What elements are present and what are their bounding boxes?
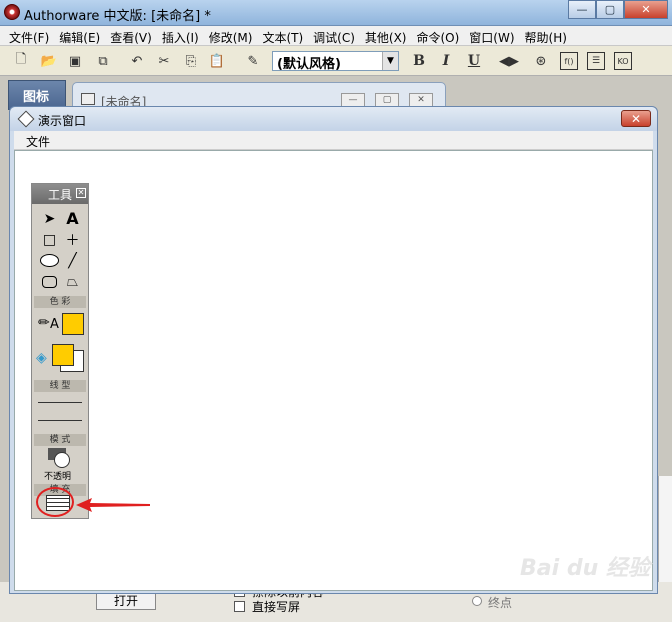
find-icon[interactable]: ✎ <box>244 52 262 70</box>
minimize-button[interactable]: — <box>568 0 596 19</box>
polygon-tool-icon[interactable]: ⏢ <box>61 271 84 292</box>
rectangle-tool-icon[interactable]: □ <box>38 229 61 250</box>
control-panel-icon[interactable]: ⊛ <box>532 52 550 70</box>
document-icon <box>81 93 95 105</box>
watermark: Bai du 经验 <box>520 556 650 581</box>
mode-label: 不透明 <box>44 472 72 482</box>
color-section-label: 色 彩 <box>34 296 86 308</box>
paste-icon[interactable]: 📋 <box>208 52 226 70</box>
annotation-circle <box>36 487 74 517</box>
fill-color-swatch[interactable] <box>52 344 74 366</box>
italic-button[interactable]: I <box>437 52 455 70</box>
toolbox-title: 工具 <box>48 188 73 202</box>
text-tool-icon[interactable]: A <box>61 208 84 229</box>
style-select-value: (默认风格) <box>277 57 341 72</box>
undo-icon[interactable]: ↶ <box>128 52 146 70</box>
variables-icon[interactable]: ☰ <box>587 52 605 70</box>
icons-panel-title: 图标 <box>23 90 50 105</box>
drawing-toolbox: 工具 ✕ ➤ A □ ＋ ╱ ⏢ 色 彩 ✏ A ◈ 线 型 模 式 不透明 填… <box>31 183 89 519</box>
mode-section-label: 模 式 <box>34 434 86 446</box>
import-icon[interactable]: ⧉ <box>94 52 112 70</box>
cut-icon[interactable]: ✂ <box>155 52 173 70</box>
menu-text[interactable]: 文本(T) <box>257 26 308 46</box>
function-icon[interactable]: f() <box>560 52 578 70</box>
new-file-icon[interactable]: 🗋 <box>12 52 30 70</box>
tool-grid: ➤ A □ ＋ ╱ ⏢ <box>38 208 84 292</box>
mode-circle-icon <box>54 452 70 468</box>
annotation-arrow-icon <box>76 498 150 512</box>
diagonal-line-tool-icon[interactable]: ╱ <box>61 250 84 271</box>
fill-color-row[interactable]: ◈ <box>36 342 86 376</box>
close-button[interactable]: ✕ <box>624 0 668 19</box>
ellipse-tool-icon[interactable] <box>38 250 61 271</box>
design-minimize-button[interactable]: — <box>341 93 365 107</box>
toolbox-close-icon[interactable]: ✕ <box>76 188 86 198</box>
menubar: 文件(F) 编辑(E) 查看(V) 插入(I) 修改(M) 文本(T) 调试(C… <box>0 26 672 46</box>
design-close-button[interactable]: ✕ <box>409 93 433 107</box>
menu-edit[interactable]: 编辑(E) <box>54 26 105 46</box>
menu-help[interactable]: 帮助(H) <box>520 26 572 46</box>
direct-write-checkbox[interactable] <box>234 601 245 612</box>
line-style-default[interactable] <box>38 420 82 421</box>
text-color-glyph: A <box>50 317 59 332</box>
app-title: Authorware 中文版: [未命名] * <box>24 9 211 24</box>
direct-write-checkbox-label: 直接写屏 <box>252 600 301 614</box>
copy-icon[interactable]: ⎘ <box>182 52 200 70</box>
rounded-rect-tool-icon[interactable] <box>38 271 61 292</box>
app-title-bar: Authorware 中文版: [未命名] * — ▢ ✕ <box>0 0 672 26</box>
knowledge-object-icon[interactable]: KO <box>614 52 632 70</box>
window-controls: — ▢ ✕ <box>568 0 668 20</box>
underline-button[interactable]: U <box>465 52 483 70</box>
bold-button[interactable]: B <box>410 52 428 70</box>
paint-bucket-icon: ◈ <box>36 350 47 366</box>
text-color-row[interactable]: ✏ A <box>36 311 86 341</box>
presentation-window: 演示窗口 ✕ 文件 <box>9 106 658 594</box>
foreground-color-swatch[interactable] <box>62 313 84 335</box>
menu-insert[interactable]: 插入(I) <box>157 26 204 46</box>
right-scroll-strip[interactable] <box>658 476 672 582</box>
chevron-down-icon[interactable]: ▼ <box>382 52 398 70</box>
line-section-label: 线 型 <box>34 380 86 392</box>
presentation-title: 演示窗口 <box>38 114 87 128</box>
presentation-window-icon <box>17 110 35 128</box>
save-all-icon[interactable]: ▣ <box>66 52 84 70</box>
style-select[interactable]: (默认风格) ▼ <box>272 51 399 72</box>
maximize-button[interactable]: ▢ <box>596 0 624 19</box>
design-maximize-button[interactable]: ▢ <box>375 93 399 107</box>
pencil-icon: ✏ <box>38 315 50 331</box>
end-radio[interactable] <box>472 596 482 606</box>
line-style-thin[interactable] <box>38 402 82 403</box>
restart-icon[interactable]: ◀▶ <box>499 52 519 70</box>
pointer-tool-icon[interactable]: ➤ <box>38 208 61 229</box>
line-tool-icon[interactable]: ＋ <box>61 229 84 250</box>
end-radio-label: 终点 <box>488 596 513 610</box>
presentation-title-bar[interactable]: 演示窗口 ✕ <box>10 107 657 131</box>
authorware-logo-icon <box>4 4 20 20</box>
menu-debug[interactable]: 调试(C) <box>308 26 360 46</box>
menu-file[interactable]: 文件(F) <box>4 26 54 46</box>
menu-modify[interactable]: 修改(M) <box>204 26 258 46</box>
presentation-menubar: 文件 <box>14 131 653 150</box>
toolbox-title-bar[interactable]: 工具 ✕ <box>32 184 88 204</box>
menu-other[interactable]: 其他(X) <box>360 26 412 46</box>
presentation-canvas[interactable] <box>14 150 653 591</box>
presentation-menu-file[interactable]: 文件 <box>26 133 50 150</box>
presentation-close-button[interactable]: ✕ <box>621 110 651 127</box>
menu-window[interactable]: 窗口(W) <box>464 26 519 46</box>
open-file-icon[interactable]: 📂 <box>40 52 58 70</box>
menu-view[interactable]: 查看(V) <box>105 26 157 46</box>
main-toolbar: 🗋 📂 ▣ ⧉ ↶ ✂ ⎘ 📋 ✎ (默认风格) ▼ B I U ◀▶ ⊛ f(… <box>0 46 672 76</box>
menu-commands[interactable]: 命令(O) <box>411 26 464 46</box>
